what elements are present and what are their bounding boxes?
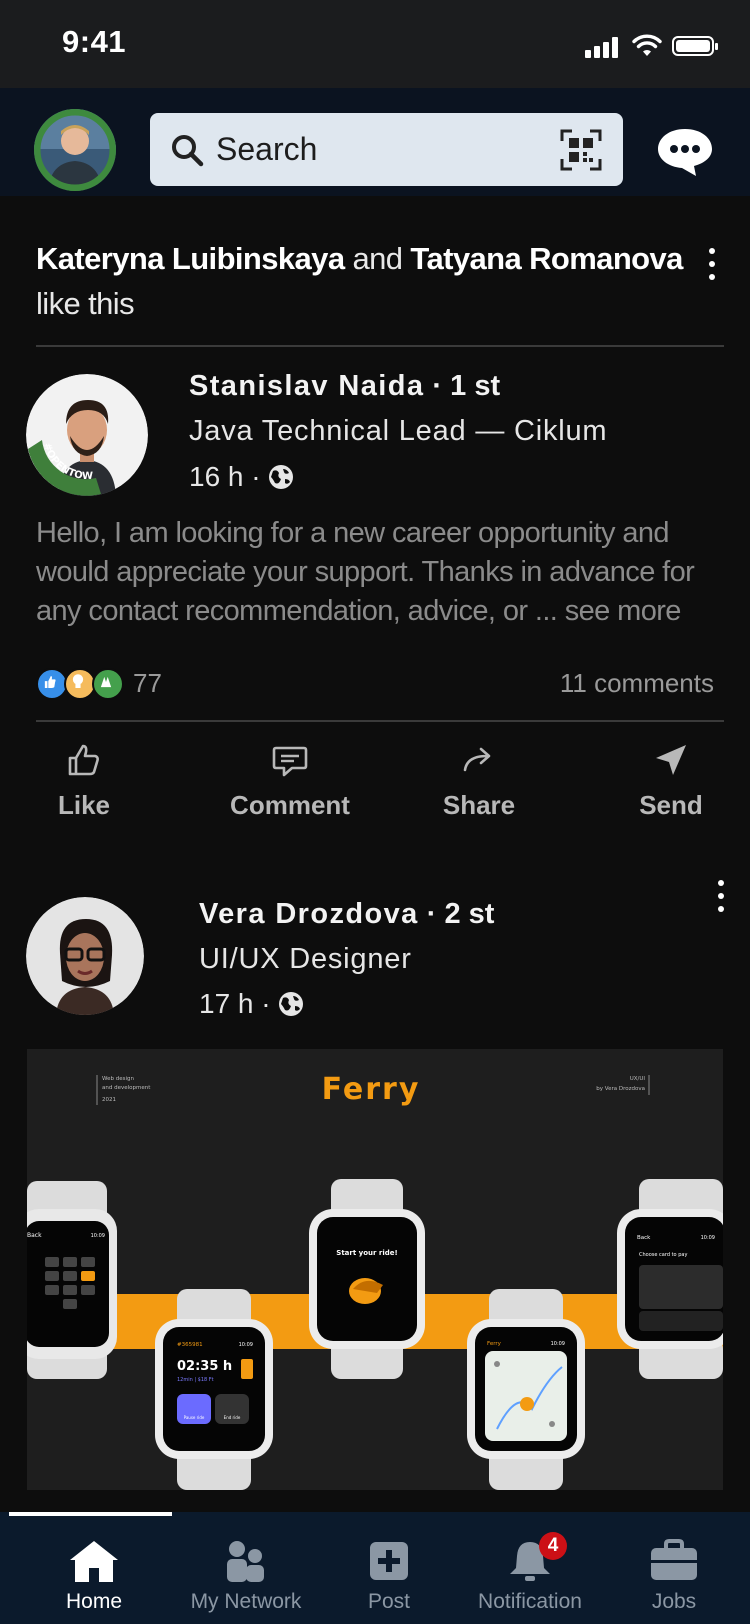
svg-text:10:09: 10:09 bbox=[91, 1233, 105, 1239]
send-button[interactable]: Send bbox=[596, 740, 746, 821]
send-icon bbox=[656, 745, 686, 775]
battery-icon bbox=[672, 36, 718, 56]
watch-mockup: Back 10:09 bbox=[27, 1181, 117, 1379]
qr-code-icon[interactable] bbox=[560, 129, 602, 171]
social-suffix: like this bbox=[36, 286, 135, 321]
tab-my-network[interactable]: My Network bbox=[171, 1538, 321, 1614]
divider bbox=[36, 345, 724, 347]
status-time: 9:41 bbox=[62, 24, 127, 59]
share-button[interactable]: Share bbox=[404, 740, 554, 821]
image-left-caption-1: Web design bbox=[102, 1076, 134, 1082]
search-placeholder: Search bbox=[216, 131, 318, 167]
post-overflow-menu-icon[interactable] bbox=[717, 880, 725, 919]
tab-home[interactable]: Home bbox=[19, 1538, 169, 1614]
time-ago: 16 h bbox=[189, 461, 244, 492]
like-icon bbox=[68, 744, 99, 776]
svg-text:Choose card to pay: Choose card to pay bbox=[639, 1252, 687, 1258]
watch-center-text: Start your ride! bbox=[336, 1249, 397, 1257]
share-label: Share bbox=[442, 790, 516, 820]
post-timestamp: 17 h · bbox=[199, 988, 305, 1020]
author-headline: UI/UX Designer bbox=[199, 943, 412, 975]
author-name-text[interactable]: Vera Drozdova bbox=[199, 898, 419, 930]
author-avatar[interactable] bbox=[26, 897, 144, 1015]
tab-post[interactable]: Post bbox=[314, 1538, 464, 1614]
comment-label: Comment bbox=[230, 790, 350, 820]
like-button[interactable]: Like bbox=[9, 740, 159, 821]
svg-text:Back: Back bbox=[27, 1232, 42, 1239]
reaction-count[interactable]: 77 bbox=[133, 668, 162, 699]
social-actor-2[interactable]: Tatyana Romanova bbox=[410, 241, 683, 276]
svg-text:02:35 h: 02:35 h bbox=[177, 1359, 232, 1374]
comment-icon bbox=[272, 746, 308, 777]
connection-degree: 2 st bbox=[444, 898, 495, 930]
svg-text:Pause ride: Pause ride bbox=[184, 1415, 205, 1420]
post-icon bbox=[370, 1542, 408, 1580]
notification-badge: 4 bbox=[539, 1532, 567, 1560]
tab-label: Jobs bbox=[651, 1590, 697, 1613]
tab-label: Post bbox=[367, 1590, 411, 1613]
globe-icon bbox=[278, 992, 303, 1016]
tab-notification[interactable]: 4 Notification bbox=[455, 1532, 605, 1614]
social-actor-1[interactable]: Kateryna Luibinskaya bbox=[36, 241, 345, 276]
profile-avatar[interactable] bbox=[34, 109, 116, 191]
svg-text:Ferry: Ferry bbox=[487, 1341, 502, 1347]
see-more-link[interactable]: ... see more bbox=[535, 595, 682, 627]
social-proof-line: Kateryna Luibinskaya and Tatyana Romanov… bbox=[36, 236, 696, 326]
tab-label: Home bbox=[65, 1590, 123, 1613]
image-right-caption-2: by Vera Drozdova bbox=[596, 1086, 645, 1092]
author-name[interactable]: Vera Drozdova · 2 st bbox=[199, 898, 494, 931]
time-ago: 17 h bbox=[199, 988, 254, 1019]
like-label: Like bbox=[57, 790, 111, 820]
tab-label: My Network bbox=[190, 1590, 302, 1613]
social-and: and bbox=[344, 241, 411, 276]
post-body: Hello, I am looking for a new career opp… bbox=[36, 514, 726, 631]
author-avatar[interactable]: #OPENTOWORK bbox=[26, 374, 148, 496]
svg-text:Back: Back bbox=[637, 1235, 651, 1241]
globe-icon bbox=[268, 465, 293, 489]
post-image[interactable]: Web design and development 2021 Ferry UX… bbox=[27, 1049, 723, 1490]
svg-text:End ride: End ride bbox=[224, 1415, 241, 1420]
comments-count[interactable]: 11 comments bbox=[530, 668, 714, 699]
svg-text:#365981: #365981 bbox=[177, 1342, 203, 1348]
tab-label: Notification bbox=[478, 1590, 582, 1613]
active-tab-indicator bbox=[9, 1512, 172, 1516]
post-timestamp: 16 h · bbox=[189, 461, 295, 493]
author-headline: Java Technical Lead — Ciklum bbox=[189, 415, 608, 447]
svg-text:10:09: 10:09 bbox=[239, 1342, 253, 1348]
network-icon bbox=[227, 1541, 264, 1582]
svg-text:10:09: 10:09 bbox=[701, 1235, 715, 1241]
comment-button[interactable]: Comment bbox=[215, 740, 365, 821]
post-overflow-menu-icon[interactable] bbox=[708, 248, 716, 282]
celebrate-reaction-icon bbox=[92, 668, 124, 700]
wifi-icon bbox=[632, 34, 662, 56]
reaction-icons[interactable] bbox=[36, 668, 126, 700]
author-name-text[interactable]: Stanislav Naida bbox=[189, 370, 424, 402]
cellular-signal-icon bbox=[585, 36, 621, 58]
image-left-caption-2: and development bbox=[102, 1085, 151, 1091]
connection-degree: 1 st bbox=[450, 370, 501, 402]
messaging-icon[interactable] bbox=[656, 127, 714, 177]
divider bbox=[36, 720, 724, 722]
svg-text:12min | $18 Ft: 12min | $18 Ft bbox=[177, 1377, 214, 1383]
home-icon bbox=[70, 1541, 118, 1582]
image-right-caption-1: UX/UI bbox=[630, 1076, 646, 1082]
briefcase-icon bbox=[651, 1539, 697, 1580]
image-title: Ferry bbox=[322, 1072, 421, 1107]
search-input[interactable]: Search bbox=[150, 113, 623, 186]
send-label: Send bbox=[639, 790, 703, 820]
author-name[interactable]: Stanislav Naida · 1 st bbox=[189, 370, 500, 403]
search-icon bbox=[172, 135, 204, 167]
tab-jobs[interactable]: Jobs bbox=[599, 1538, 749, 1614]
image-left-caption-3: 2021 bbox=[102, 1097, 116, 1103]
share-icon bbox=[463, 747, 491, 772]
svg-text:10:09: 10:09 bbox=[551, 1341, 565, 1347]
